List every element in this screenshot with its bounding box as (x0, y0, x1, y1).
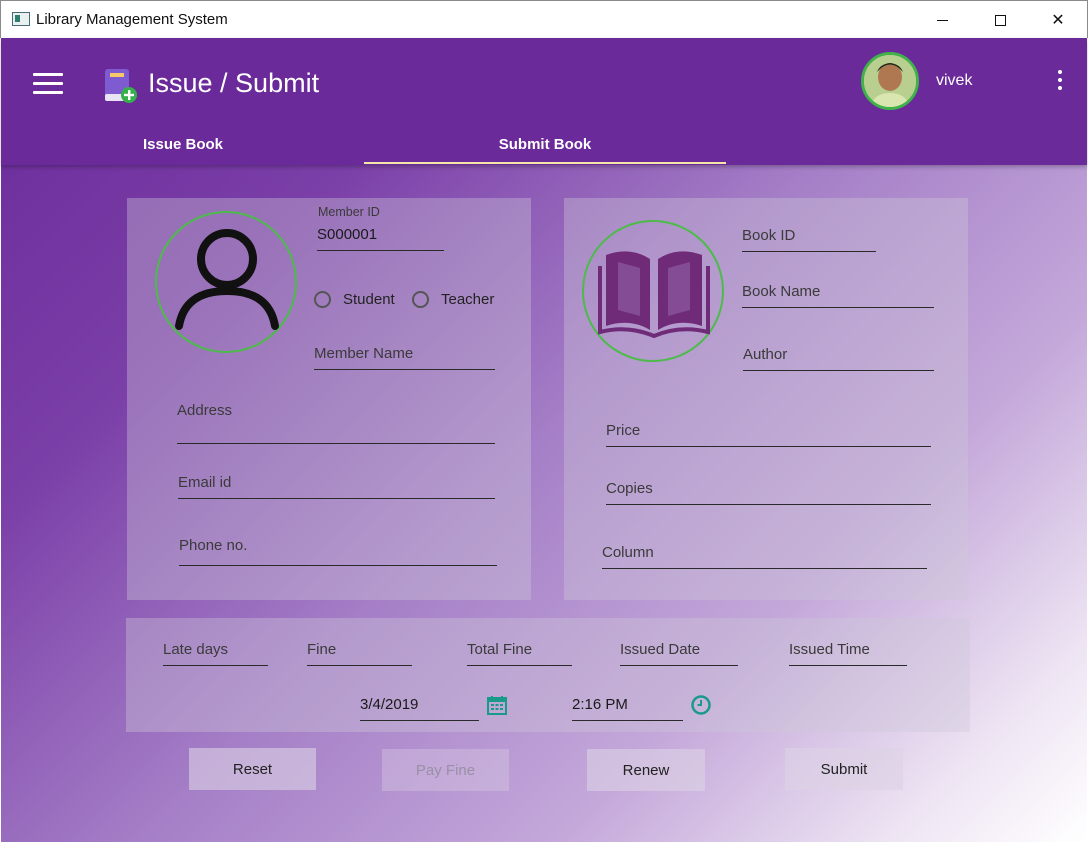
maximize-button[interactable] (971, 1, 1029, 39)
window-title: Library Management System (36, 11, 228, 28)
member-panel: Member ID S000001 Student Teacher Member… (127, 198, 531, 600)
tab-issue-book[interactable]: Issue Book (2, 136, 364, 162)
radio-student-label: Student (343, 291, 395, 308)
issued-date-label: Issued Date (620, 640, 738, 666)
address-field[interactable]: Address (177, 401, 495, 444)
user-icon (175, 229, 279, 330)
phone-field[interactable]: Phone no. (179, 536, 497, 566)
avatar[interactable] (861, 52, 919, 110)
book-name-field[interactable]: Book Name (742, 282, 934, 308)
email-field[interactable]: Email id (178, 473, 495, 499)
member-id-label: Member ID (318, 205, 380, 219)
page-title: Issue / Submit (148, 68, 320, 98)
submit-button[interactable]: Submit (785, 748, 903, 790)
radio-teacher-label: Teacher (441, 291, 495, 308)
window-titlebar: Library Management System ✕ (0, 0, 1088, 38)
close-icon: ✕ (1051, 12, 1065, 29)
member-id-field[interactable]: S000001 (317, 225, 444, 251)
copies-field[interactable]: Copies (606, 479, 931, 505)
radio-student[interactable]: Student (314, 291, 395, 308)
issued-time-value: 2:16 PM (572, 696, 628, 713)
column-field[interactable]: Column (602, 543, 927, 569)
member-id-value: S000001 (317, 226, 378, 243)
more-vert-icon[interactable] (1056, 70, 1064, 94)
renew-button[interactable]: Renew (587, 749, 705, 791)
book-panel: Book ID Book Name Author Price Copies Co… (564, 198, 968, 600)
total-fine-field[interactable]: Total Fine (467, 640, 572, 666)
radio-teacher-circle (412, 291, 429, 308)
maximize-icon (994, 14, 1006, 26)
late-days-field[interactable]: Late days (163, 640, 268, 666)
issued-time-label: Issued Time (789, 640, 907, 666)
radio-teacher[interactable]: Teacher (412, 291, 494, 308)
issued-time-picker[interactable]: 2:16 PM (572, 695, 683, 721)
member-name-field[interactable]: Member Name (314, 344, 495, 370)
close-button[interactable]: ✕ (1029, 1, 1087, 39)
reset-button[interactable]: Reset (189, 748, 316, 790)
tab-indicator (364, 162, 726, 164)
issued-date-value: 3/4/2019 (360, 696, 419, 713)
clock-icon[interactable] (690, 694, 712, 716)
open-book-icon (598, 251, 710, 339)
menu-icon[interactable] (33, 73, 63, 95)
book-photo-frame (582, 220, 724, 362)
username: vivek (936, 72, 973, 89)
book-id-field[interactable]: Book ID (742, 226, 876, 252)
tab-submit-book[interactable]: Submit Book (364, 136, 726, 162)
fine-field[interactable]: Fine (307, 640, 412, 666)
calendar-icon[interactable] (487, 695, 507, 715)
pay-fine-button[interactable]: Pay Fine (382, 749, 509, 791)
author-field[interactable]: Author (743, 345, 934, 371)
app-icon (12, 12, 30, 26)
book-add-icon (105, 69, 137, 103)
minimize-icon (936, 19, 948, 21)
price-field[interactable]: Price (606, 421, 931, 447)
issued-date-picker[interactable]: 3/4/2019 (360, 695, 479, 721)
member-photo-frame (155, 211, 297, 353)
radio-student-circle (314, 291, 331, 308)
avatar-image (864, 55, 916, 107)
fine-panel: Late days Fine Total Fine Issued Date Is… (126, 618, 970, 732)
minimize-button[interactable] (913, 1, 971, 39)
app-header: Issue / Submit vivek Issue Book Submit B… (1, 38, 1087, 165)
